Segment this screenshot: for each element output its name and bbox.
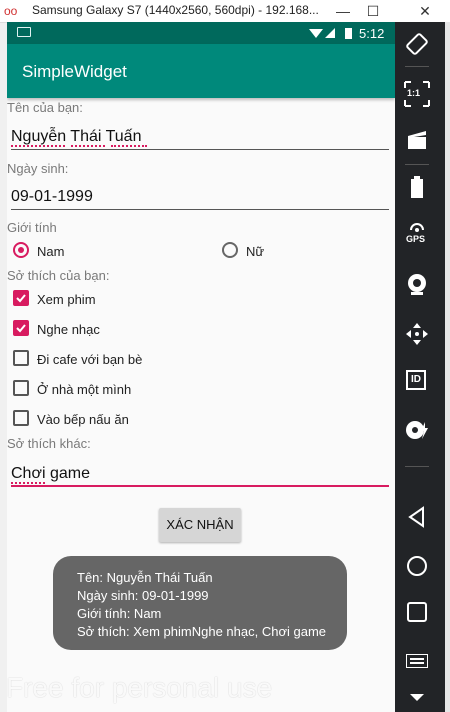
- battery-icon[interactable]: [411, 176, 423, 198]
- hobby-checkbox-vao-bep[interactable]: [13, 410, 29, 426]
- hobby-label[interactable]: Vào bếp nấu ăn: [37, 412, 129, 427]
- home-icon[interactable]: [406, 555, 428, 577]
- submit-button[interactable]: XÁC NHẬN: [159, 508, 241, 542]
- app-bar: SimpleWidget: [7, 44, 395, 98]
- gender-radio-nu[interactable]: [222, 242, 238, 258]
- name-input-underline: [11, 149, 389, 150]
- dob-input-underline: [11, 209, 389, 210]
- hobby-checkbox-xem-phim[interactable]: [13, 290, 29, 306]
- other-hobby-underline: [11, 485, 389, 487]
- gender-radio-nam[interactable]: [13, 242, 29, 258]
- close-button[interactable]: ✕: [410, 0, 440, 22]
- spellcheck-underline: [11, 481, 45, 484]
- hobby-label[interactable]: Xem phim: [37, 292, 96, 307]
- screenrecord-icon[interactable]: [407, 130, 427, 150]
- toast-line: Giới tính: Nam: [77, 606, 162, 621]
- gender-option-nu[interactable]: Nữ: [246, 244, 264, 259]
- dob-input[interactable]: 09-01-1999: [11, 188, 93, 206]
- dob-label: Ngày sinh:: [7, 161, 69, 176]
- status-bar: 5:12: [7, 22, 395, 44]
- divider: [405, 66, 429, 67]
- hobby-checkbox-o-nha[interactable]: [13, 380, 29, 396]
- status-time: 5:12: [359, 26, 385, 41]
- disk-icon[interactable]: [405, 418, 429, 442]
- toast-line: Sở thích: Xem phimNghe nhạc, Chơi game: [77, 624, 326, 639]
- hobby-label[interactable]: Đi cafe với bạn bè: [37, 352, 142, 367]
- phone-screen: 5:12 SimpleWidget Tên của bạn: Nguyễn Th…: [7, 22, 395, 712]
- back-icon[interactable]: [407, 506, 427, 528]
- hobby-checkbox-nghe-nhac[interactable]: [13, 320, 29, 336]
- hobby-label[interactable]: Nghe nhạc: [37, 322, 100, 337]
- name-label: Tên của bạn:: [7, 100, 83, 115]
- signal-icons: [309, 28, 352, 39]
- chevron-down-icon[interactable]: [409, 692, 425, 702]
- camera-icon[interactable]: [405, 272, 429, 296]
- emulator-side-panel: 1:1 GPS ID: [395, 22, 445, 712]
- gps-text: GPS: [406, 234, 426, 244]
- hobby-label[interactable]: Ở nhà một mình: [37, 382, 131, 397]
- keyboard-icon: [17, 27, 31, 37]
- window-edge: [445, 22, 450, 712]
- spellcheck-underline: [11, 144, 65, 147]
- hobby-checkbox-di-cafe[interactable]: [13, 350, 29, 366]
- divider: [405, 164, 429, 165]
- divider: [405, 466, 429, 467]
- id-icon[interactable]: ID: [406, 370, 426, 390]
- toast-line: Tên: Nguyễn Thái Tuấn: [77, 570, 213, 585]
- rotate-icon[interactable]: [405, 32, 429, 56]
- minimize-button[interactable]: —: [328, 0, 358, 22]
- toast-message: Tên: Nguyễn Thái Tuấn Ngày sinh: 09-01-1…: [53, 556, 347, 650]
- gender-option-nam[interactable]: Nam: [37, 244, 64, 259]
- watermark: Free for personal use: [6, 672, 273, 703]
- spellcheck-underline: [71, 144, 105, 147]
- recents-icon[interactable]: [407, 602, 427, 622]
- maximize-button[interactable]: ☐: [358, 0, 388, 22]
- menu-icon[interactable]: [406, 654, 428, 668]
- gender-label: Giới tính: [7, 220, 57, 235]
- fullscreen-icon[interactable]: 1:1: [403, 80, 431, 108]
- hobbies-label: Sở thích của bạn:: [7, 268, 110, 283]
- window-titlebar: oo Samsung Galaxy S7 (1440x2560, 560dpi)…: [0, 0, 450, 23]
- app-logo: oo: [4, 4, 18, 18]
- move-icon[interactable]: [405, 322, 429, 346]
- toast-line: Ngày sinh: 09-01-1999: [77, 588, 209, 603]
- app-title: SimpleWidget: [22, 62, 127, 81]
- window-title: Samsung Galaxy S7 (1440x2560, 560dpi) - …: [32, 3, 319, 17]
- other-hobby-label: Sở thích khác:: [7, 436, 91, 451]
- gps-icon[interactable]: GPS: [403, 222, 431, 250]
- spellcheck-underline: [111, 144, 147, 147]
